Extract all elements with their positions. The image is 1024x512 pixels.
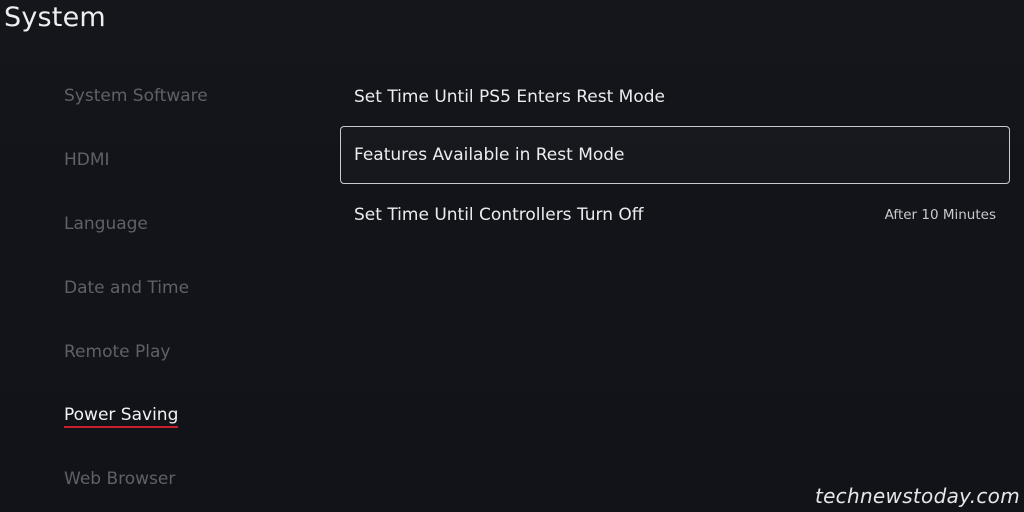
watermark: technewstoday.com — [814, 484, 1020, 508]
sidebar-item-remote-play[interactable]: Remote Play — [64, 342, 170, 362]
sidebar-item-label: System Software — [64, 86, 208, 106]
sidebar-item-date-and-time[interactable]: Date and Time — [64, 278, 189, 298]
sidebar-item-label: Date and Time — [64, 278, 190, 298]
sidebar: System Software HDMI Language Date and T… — [0, 64, 320, 512]
sidebar-item-label: Remote Play — [64, 342, 171, 362]
sidebar-item-label: Power Saving — [64, 405, 179, 428]
setting-rest-mode-features[interactable]: Features Available in Rest Mode — [340, 126, 1010, 184]
sidebar-item-system-software[interactable]: System Software — [64, 86, 208, 106]
sidebar-item-hdmi[interactable]: HDMI — [64, 150, 110, 170]
sidebar-item-label: HDMI — [64, 150, 110, 170]
sidebar-item-label: Language — [64, 214, 148, 234]
sidebar-item-label: Web Browser — [64, 469, 176, 489]
setting-rest-mode-time[interactable]: Set Time Until PS5 Enters Rest Mode — [340, 68, 1010, 126]
setting-value: After 10 Minutes — [884, 207, 996, 223]
sidebar-item-language[interactable]: Language — [64, 214, 148, 234]
setting-label: Features Available in Rest Mode — [354, 145, 625, 165]
sidebar-item-web-browser[interactable]: Web Browser — [64, 469, 175, 489]
page-title: System — [4, 2, 106, 33]
setting-controllers-turn-off[interactable]: Set Time Until Controllers Turn Off Afte… — [340, 186, 1010, 244]
setting-label: Set Time Until Controllers Turn Off — [354, 205, 644, 225]
sidebar-item-power-saving[interactable]: Power Saving — [64, 405, 179, 428]
setting-label: Set Time Until PS5 Enters Rest Mode — [354, 87, 665, 107]
